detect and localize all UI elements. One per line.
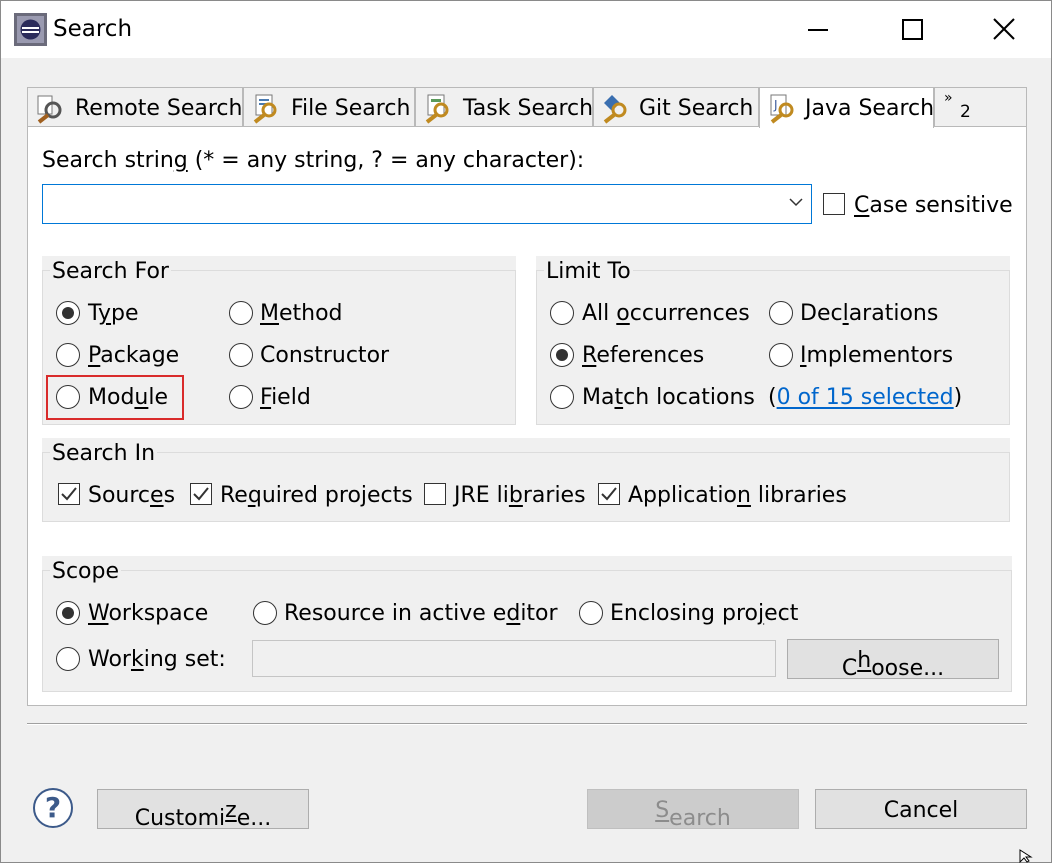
application-libraries-checkbox[interactable] <box>598 483 620 505</box>
dialog-separator <box>27 723 1027 725</box>
file-search-icon <box>253 94 277 124</box>
match-locations-label: Match locations <box>582 385 755 410</box>
tab-remote-search[interactable]: Remote Search <box>27 87 243 127</box>
cancel-button[interactable]: Cancel <box>815 789 1027 829</box>
minimize-button[interactable] <box>771 1 864 58</box>
chevron-down-icon[interactable] <box>789 197 803 207</box>
application-libraries-label: Application libraries <box>628 483 847 508</box>
customize-button[interactable]: Customize... <box>97 789 309 831</box>
task-search-icon <box>425 94 449 124</box>
field-radio[interactable] <box>229 385 253 409</box>
required-projects-label: Required projects <box>220 483 413 508</box>
window-title: Search <box>53 16 133 42</box>
search-dialog: Search Remote Search File Search Task Se… <box>0 0 1052 863</box>
package-label: Package <box>88 343 180 368</box>
required-projects-checkbox[interactable] <box>190 483 212 505</box>
sources-checkbox[interactable] <box>58 483 80 505</box>
workspace-radio[interactable] <box>56 601 80 625</box>
jre-libraries-checkbox[interactable] <box>424 483 446 505</box>
choose-button[interactable]: Choose... <box>787 639 999 681</box>
chevron-double-right-icon: » <box>944 90 953 106</box>
enclosing-project-label: Enclosing project <box>610 601 799 626</box>
scope-title: Scope <box>50 559 122 584</box>
working-set-radio[interactable] <box>56 647 80 671</box>
type-label: Type <box>88 301 139 326</box>
package-radio[interactable] <box>56 343 80 367</box>
module-radio[interactable] <box>56 385 80 409</box>
git-search-icon <box>603 95 627 124</box>
working-set-field[interactable] <box>252 640 776 677</box>
search-tabs: Remote Search File Search Task Search Gi… <box>27 87 1027 128</box>
search-string-label: Search string (* = any string, ? = any c… <box>42 148 585 173</box>
working-set-label: Working set: <box>88 647 226 672</box>
field-label: Field <box>260 385 311 410</box>
checkmark-icon <box>193 487 209 501</box>
match-locations-radio[interactable] <box>550 385 574 409</box>
maximize-button[interactable] <box>864 1 957 58</box>
declarations-radio[interactable] <box>769 301 793 325</box>
checkmark-icon <box>601 487 617 501</box>
resource-active-editor-radio[interactable] <box>253 601 277 625</box>
mouse-cursor-icon <box>1019 849 1033 863</box>
all-occurrences-radio[interactable] <box>550 301 574 325</box>
sources-label: Sources <box>88 483 176 508</box>
match-locations-selection: (0 of 15 selected) <box>768 385 963 410</box>
tab-overflow-button[interactable]: » 2 <box>934 87 1027 127</box>
case-sensitive-checkbox[interactable] <box>823 193 845 215</box>
method-radio[interactable] <box>229 301 253 325</box>
hidden-tab-count: 2 <box>960 102 971 122</box>
search-for-title: Search For <box>50 259 171 284</box>
search-button[interactable]: Search <box>587 789 799 831</box>
declarations-label: Declarations <box>800 301 939 326</box>
workspace-label: Workspace <box>88 601 209 626</box>
tab-git-search[interactable]: Git Search <box>593 87 759 127</box>
resource-active-editor-label: Resource in active editor <box>284 601 558 626</box>
tab-task-search[interactable]: Task Search <box>415 87 593 127</box>
references-radio[interactable] <box>550 343 574 367</box>
tab-java-search[interactable]: J Java Search <box>759 87 934 128</box>
constructor-label: Constructor <box>260 343 390 368</box>
close-button[interactable] <box>957 1 1050 58</box>
search-in-title: Search In <box>50 441 158 466</box>
eclipse-app-icon <box>14 13 47 46</box>
checkmark-icon <box>61 487 77 501</box>
references-label: References <box>582 343 705 368</box>
implementors-label: Implementors <box>800 343 954 368</box>
search-string-combo[interactable] <box>42 184 812 224</box>
svg-text:J: J <box>773 98 778 112</box>
java-search-icon: J <box>770 94 794 124</box>
method-label: Method <box>260 301 343 326</box>
all-occurrences-label: All occurrences <box>582 301 750 326</box>
case-sensitive-label: Case sensitive <box>854 193 1013 218</box>
close-icon <box>993 18 1015 40</box>
match-locations-link[interactable]: 0 of 15 selected <box>777 385 954 410</box>
type-radio[interactable] <box>56 301 80 325</box>
remote-search-icon <box>37 95 62 124</box>
title-bar: Search <box>1 1 1051 58</box>
module-label: Module <box>88 385 169 410</box>
limit-to-title: Limit To <box>544 259 633 284</box>
constructor-radio[interactable] <box>229 343 253 367</box>
tab-file-search[interactable]: File Search <box>243 87 415 127</box>
help-icon[interactable]: ? <box>33 788 73 828</box>
enclosing-project-radio[interactable] <box>579 601 603 625</box>
implementors-radio[interactable] <box>769 343 793 367</box>
jre-libraries-label: JRE libraries <box>454 483 586 508</box>
